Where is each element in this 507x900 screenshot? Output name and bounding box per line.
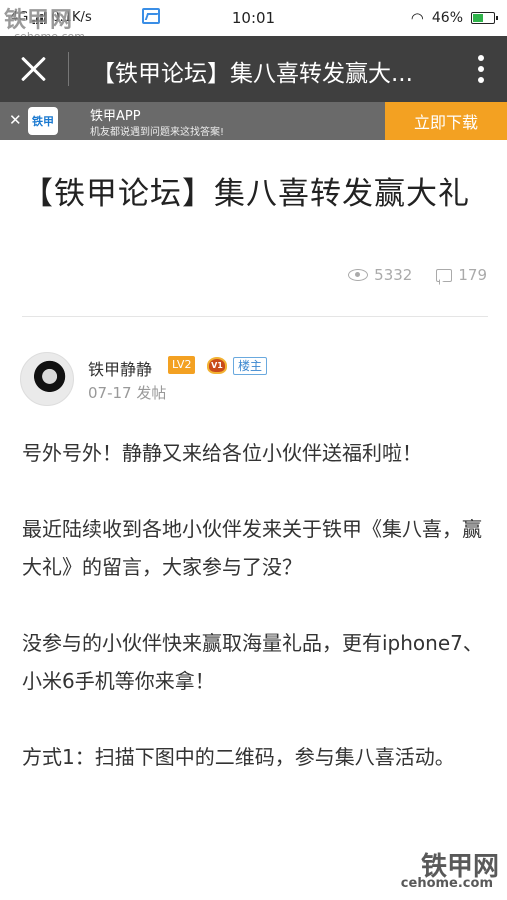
- battery-percent: 46%: [431, 10, 463, 26]
- status-right: ◠ 46%: [410, 9, 498, 27]
- post-paragraph: 号外号外！静静又来给各位小伙伴送福利啦！: [22, 441, 422, 465]
- post-paragraph: 没参与的小伙伴快来赢取海量礼品，更有iphone7、小米6手机等你来拿！: [22, 631, 483, 693]
- eye-icon: [348, 269, 369, 281]
- header-divider: [68, 52, 69, 86]
- page-title: 【铁甲论坛】集八喜转发赢大...: [92, 61, 413, 87]
- wifi-icon: ◠: [410, 9, 424, 27]
- more-options-icon[interactable]: [477, 55, 485, 85]
- close-icon[interactable]: [18, 53, 50, 85]
- watermark-logo-bottom: 铁甲网: [420, 852, 499, 882]
- top-nav-bar: 【铁甲论坛】集八喜转发赢大...: [0, 36, 507, 102]
- comment-count[interactable]: 179: [436, 266, 487, 284]
- view-count-value: 5332: [374, 266, 413, 284]
- app-slogan: 机友都说遇到问题来这找答案!: [90, 127, 225, 138]
- app-name: 铁甲APP: [90, 109, 141, 124]
- post-paragraph: 方式1：扫描下图中的二维码，参与集八喜活动。: [22, 745, 455, 769]
- app-logo: 铁甲: [28, 107, 58, 135]
- banner-close-icon[interactable]: ✕: [9, 111, 22, 129]
- article-stats: 5332 179: [348, 266, 487, 284]
- watermark-domain-bottom: cehome.com: [400, 876, 493, 891]
- author-name[interactable]: 铁甲静静: [88, 356, 152, 380]
- post-paragraph: 最近陆续收到各地小伙伴发来关于铁甲《集八喜，赢大礼》的留言，大家参与了没？: [22, 517, 482, 579]
- post-body: 号外号外！静静又来给各位小伙伴送福利啦！ 最近陆续收到各地小伙伴发来关于铁甲《集…: [22, 434, 484, 814]
- owner-badge: 楼主: [233, 357, 268, 375]
- article-title: 【铁甲论坛】集八喜转发赢大礼: [22, 176, 470, 212]
- status-bar: 4G 0.1K/s 10:01 ◠ 46%: [0, 0, 507, 36]
- app-download-banner: ✕ 铁甲 铁甲APP 机友都说遇到问题来这找答案! 立即下载: [0, 102, 507, 140]
- battery-icon: [471, 12, 498, 24]
- divider: [22, 316, 488, 317]
- view-count: 5332: [348, 266, 412, 284]
- level-badge: LV2: [168, 356, 196, 374]
- comment-icon: [436, 268, 453, 282]
- download-button[interactable]: 立即下载: [385, 102, 507, 140]
- comment-count-value: 179: [458, 266, 487, 284]
- avatar[interactable]: [20, 352, 74, 406]
- vip-badge-icon: V1: [207, 357, 227, 374]
- post-date: 07-17 发帖: [88, 384, 167, 402]
